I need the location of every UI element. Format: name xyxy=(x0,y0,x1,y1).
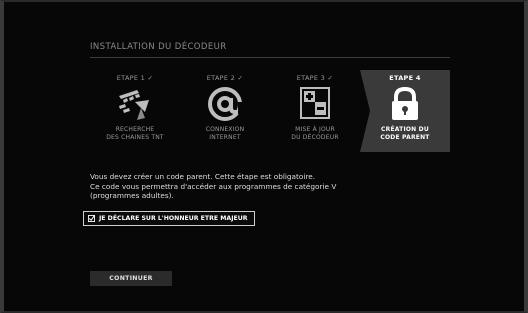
step-3: ETAPE 3 ✓ MISE À JOUR DU DÉCODEUR xyxy=(270,70,360,152)
step-1-description: RECHERCHE DES CHAINES TNT xyxy=(106,126,164,141)
step-1: ETAPE 1 ✓ RECHERCHE DES CHAINES TNT xyxy=(90,70,180,152)
step-4-description: CRÉATION DU CODE PARENT xyxy=(380,126,430,141)
padlock-icon xyxy=(392,86,418,120)
step-3-label: ETAPE 3 ✓ xyxy=(296,74,334,82)
page-title: INSTALLATION DU DÉCODEUR xyxy=(90,42,227,52)
instruction-line-3: (programmes adultes). xyxy=(90,191,174,201)
step-2: ETAPE 2 ✓ CONNEXION INTERNET xyxy=(180,70,270,152)
instruction-line-1: Vous devez créer un code parent. Cette é… xyxy=(90,172,316,181)
declare-majority-label: JE DÉCLARE SUR L'HONNEUR ETRE MAJEUR xyxy=(99,215,248,222)
steps-bar: ETAPE 1 ✓ RECHERCHE DES CHAINES TNT ETAP… xyxy=(90,70,450,152)
step-1-label: ETAPE 1 ✓ xyxy=(116,74,154,82)
step-3-description: MISE À JOUR DU DÉCODEUR xyxy=(291,126,339,141)
header-divider xyxy=(90,57,450,58)
step-2-label: ETAPE 2 ✓ xyxy=(206,74,244,82)
step-4: ETAPE 4 CRÉATION DU CODE PARENT xyxy=(360,70,450,152)
checkbox-checked-icon xyxy=(88,215,95,222)
screen-frame: INSTALLATION DU DÉCODEUR ETAPE 1 ✓ RECHE… xyxy=(0,0,528,313)
update-icon xyxy=(300,87,330,119)
step-2-description: CONNEXION INTERNET xyxy=(205,126,245,141)
satellite-dish-icon xyxy=(119,90,149,120)
at-sign-icon xyxy=(208,87,244,121)
declare-majority-checkbox[interactable]: JE DÉCLARE SUR L'HONNEUR ETRE MAJEUR xyxy=(83,211,255,226)
instruction-text: Vous devez créer un code parent. Cette é… xyxy=(90,172,390,201)
continue-button[interactable]: CONTINUER xyxy=(90,271,172,286)
step-4-label: ETAPE 4 xyxy=(389,74,421,82)
instruction-line-2: Ce code vous permettra d'accéder aux pro… xyxy=(90,181,337,191)
